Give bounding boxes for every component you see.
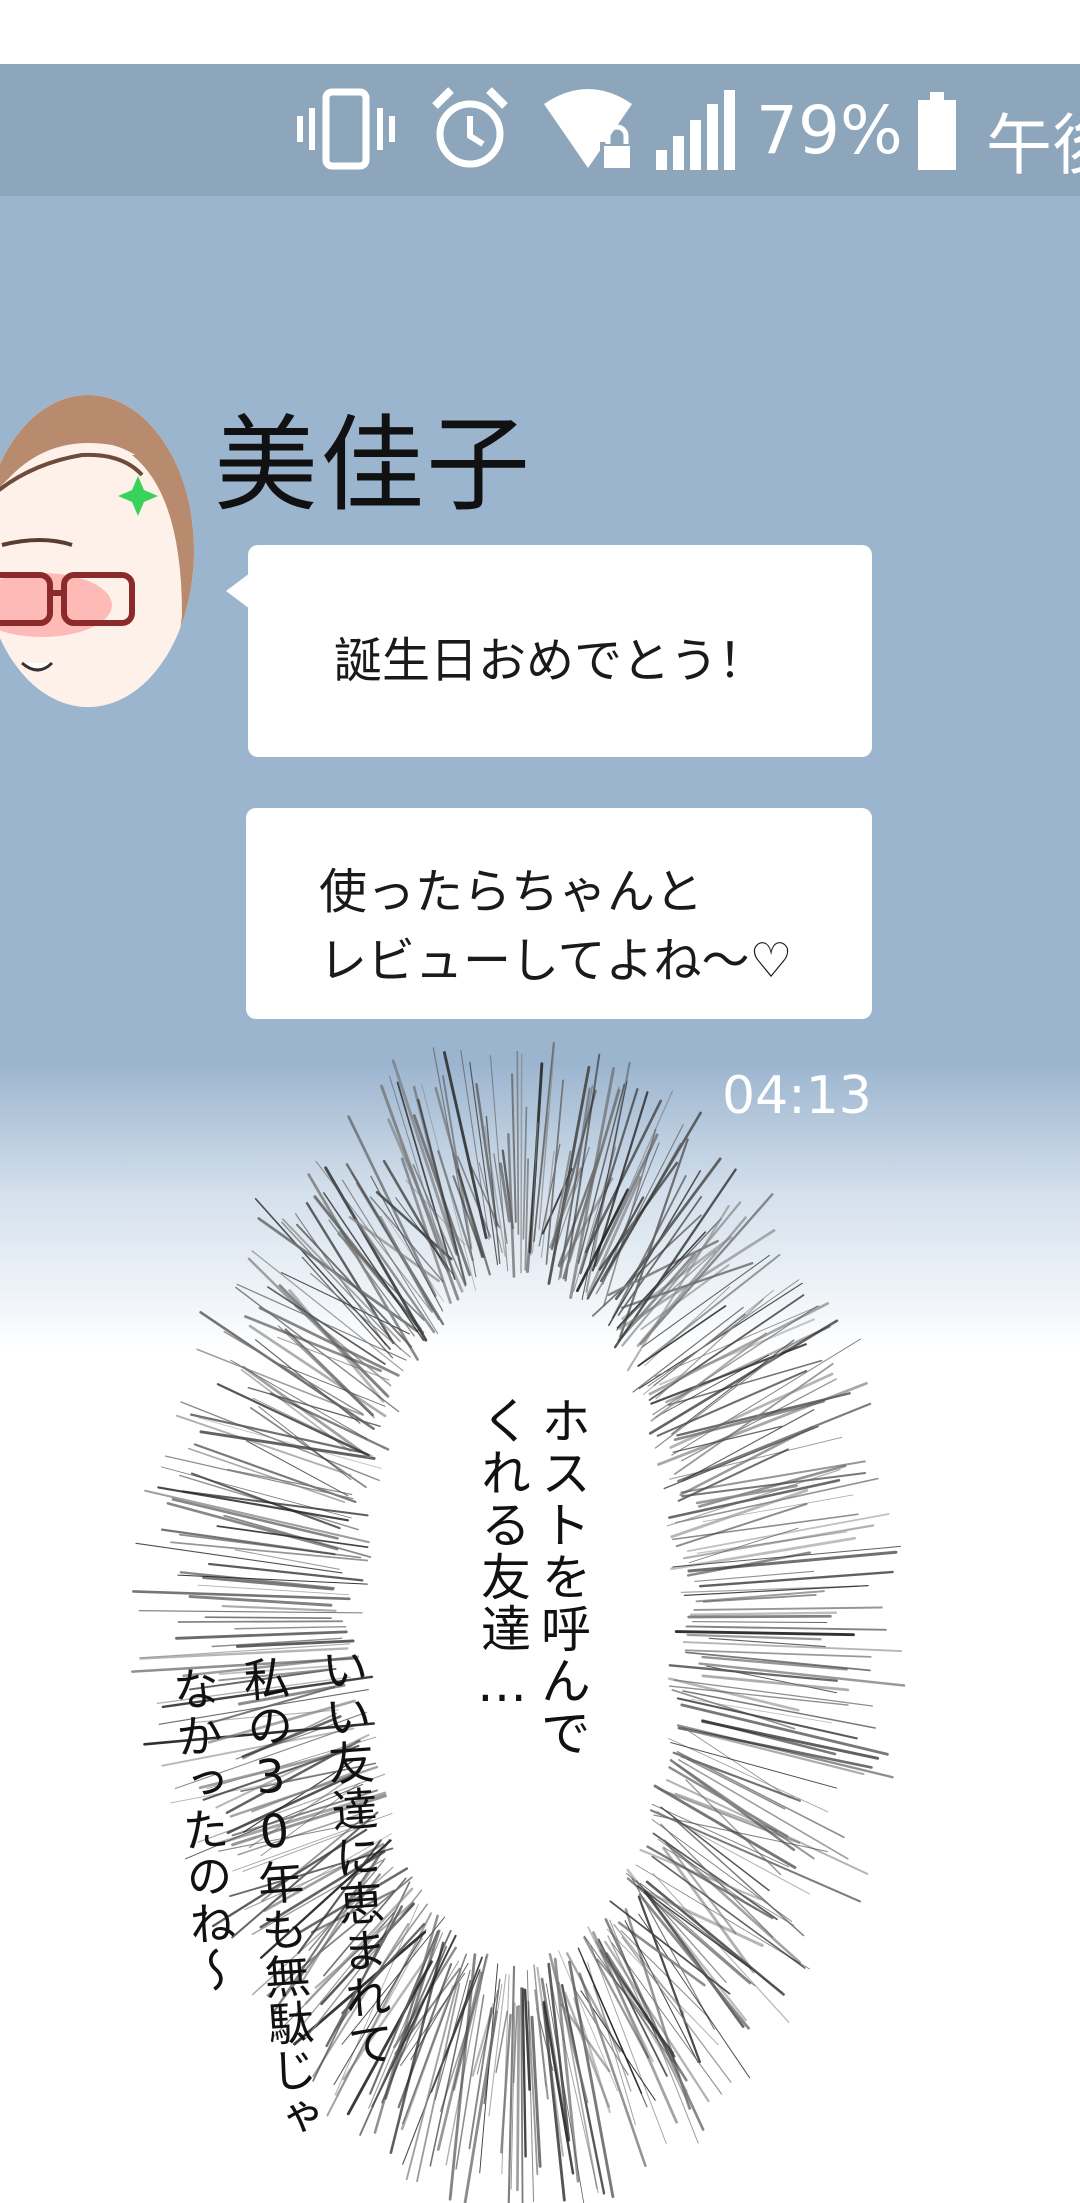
- speed-line: [584, 1099, 663, 1254]
- speed-line: [516, 1051, 520, 1235]
- speed-line: [668, 1664, 838, 1682]
- speed-line: [632, 1306, 744, 1393]
- speed-line: [657, 1788, 801, 1844]
- speed-line: [691, 1621, 828, 1624]
- speed-line: [204, 1616, 332, 1619]
- speed-line: [698, 1570, 894, 1588]
- speed-line: [668, 1479, 841, 1519]
- speed-line: [227, 1468, 353, 1496]
- speed-line: [520, 1053, 523, 1274]
- speed-line-burst: [131, 1042, 906, 2203]
- speed-line: [651, 1819, 793, 1922]
- speed-line: [686, 1633, 822, 1641]
- speed-line: [659, 1318, 815, 1386]
- speed-line: [655, 1354, 769, 1418]
- speed-line: [315, 1160, 432, 1312]
- speed-line: [181, 1490, 369, 1517]
- speed-line: [701, 1655, 848, 1671]
- speed-line: [463, 2010, 498, 2203]
- speed-line: [683, 1585, 869, 1596]
- speed-line: [516, 2004, 521, 2192]
- speed-line: [683, 1524, 875, 1560]
- speed-line: [693, 1606, 883, 1611]
- speed-line: [666, 1779, 869, 1875]
- speed-line: [685, 1625, 887, 1631]
- speed-line: [254, 1198, 391, 1350]
- speed-line: [190, 1472, 341, 1530]
- speed-line: [689, 1611, 838, 1616]
- narration-line: くれる友達…: [473, 1395, 531, 1715]
- speed-line: [648, 1294, 805, 1401]
- speed-line: [485, 1115, 501, 1264]
- speed-line: [177, 1620, 344, 1623]
- speed-line: [687, 1614, 832, 1619]
- speed-line: [234, 1625, 347, 1630]
- speed-line: [511, 1073, 517, 1223]
- speed-line: [436, 1971, 483, 2151]
- speed-line: [698, 1662, 906, 1687]
- speed-line: [301, 1256, 394, 1359]
- speed-line: [244, 1315, 382, 1373]
- speed-line: [682, 1641, 903, 1652]
- speed-line: [221, 1604, 337, 1612]
- comic-panel: 79% 午後 美佳子 誕生日おめでとう！ 使ったらちゃんと レビューしてよね: [0, 0, 1080, 2203]
- speed-line: [175, 1630, 348, 1640]
- speed-line: [666, 1469, 841, 1527]
- speed-line: [669, 1372, 834, 1449]
